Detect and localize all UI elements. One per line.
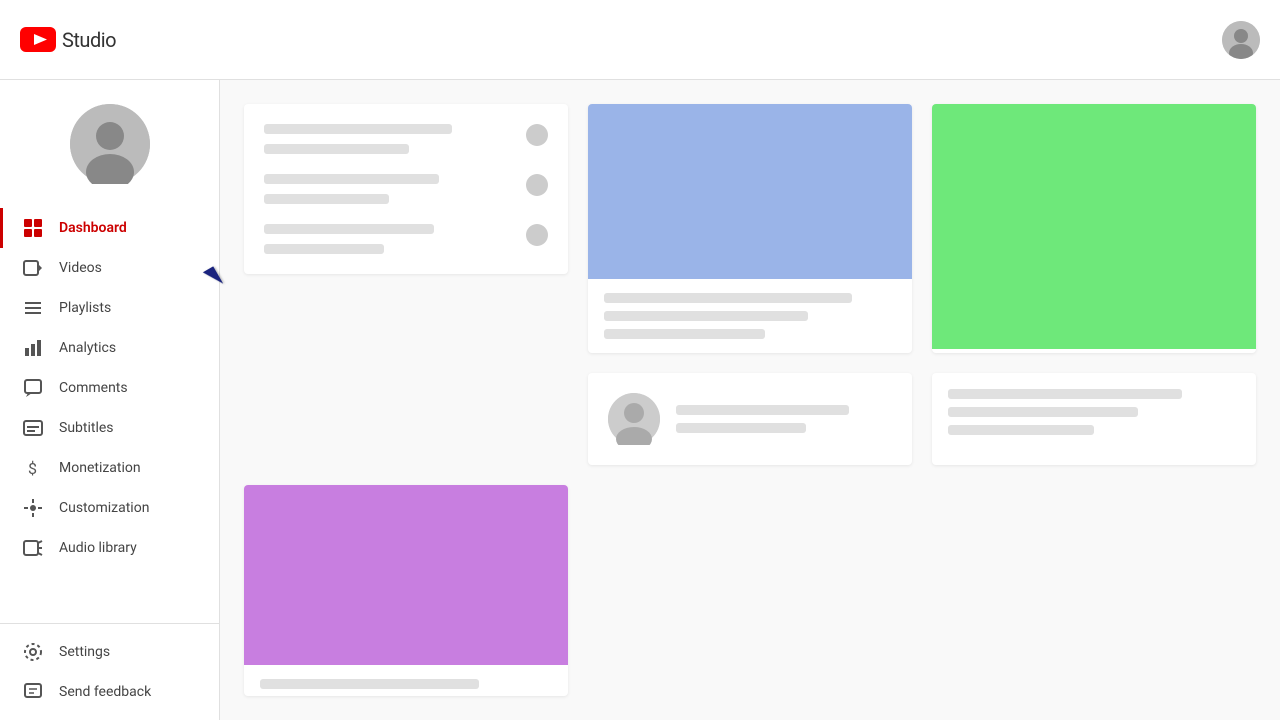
card-4-line-5 [264,224,434,234]
card-4-line-2 [264,144,409,154]
comments-icon [23,378,43,398]
card-3-avatar-icon [608,393,660,445]
sidebar-item-monetization[interactable]: $ Monetization [0,448,219,488]
customization-icon [23,498,43,518]
sidebar-item-label: Subtitles [59,420,114,436]
dashboard-icon [23,218,43,238]
sidebar-item-analytics[interactable]: Analytics [0,328,219,368]
sidebar-item-dashboard[interactable]: Dashboard [0,208,219,248]
sidebar-item-comments[interactable]: Comments [0,368,219,408]
main-content [220,80,1280,720]
card-1-line-3 [604,329,765,339]
sidebar-item-customization[interactable]: Customization [0,488,219,528]
monetization-icon: $ [23,458,43,478]
card-4-line-1 [264,124,452,134]
card-1-line-2 [604,311,808,321]
card-6[interactable] [932,373,1256,465]
sidebar-item-label: Monetization [59,460,141,476]
card-4-line-6 [264,244,384,254]
studio-label: Studio [62,28,116,52]
card-2[interactable] [932,104,1256,353]
card-4-circle [526,124,548,146]
right-column [244,104,568,465]
sidebar-profile [0,80,219,200]
feedback-icon [23,682,43,702]
card-1-text [588,279,912,353]
sidebar: Dashboard Videos [0,80,220,720]
sidebar-item-label: Dashboard [59,220,127,236]
playlists-icon [23,298,43,318]
audio-library-icon [23,538,43,558]
settings-icon [23,642,43,662]
card-3-avatar [608,393,660,445]
sidebar-nav: Dashboard Videos [0,200,219,623]
card-1-line-1 [604,293,852,303]
analytics-icon [23,338,43,358]
sidebar-item-label: Comments [59,380,128,396]
header: Studio [0,0,1280,80]
user-avatar-icon [1222,21,1260,59]
card-6-text [932,373,1256,451]
user-avatar-header[interactable] [1222,21,1260,59]
card-1[interactable] [588,104,912,353]
card-6-line-3 [948,425,1094,435]
card-1-image [588,104,912,279]
main-layout: Dashboard Videos [0,80,1280,720]
card-3-line-1 [676,405,849,415]
sidebar-item-videos[interactable]: Videos [0,248,219,288]
sidebar-item-label: Send feedback [59,684,151,700]
card-4-circle-3 [526,224,548,246]
sidebar-item-subtitles[interactable]: Subtitles [0,408,219,448]
card-4-circle-2 [526,174,548,196]
sidebar-item-audio-library[interactable]: Audio library [0,528,219,568]
card-4[interactable] [244,104,568,274]
svg-text:$: $ [28,459,37,478]
card-7-text [244,665,568,696]
card-3-line-2 [676,423,806,433]
header-left: Studio [20,27,116,52]
card-7[interactable] [244,485,568,696]
sidebar-item-label: Settings [59,644,110,660]
card-6-line-1 [948,389,1182,399]
channel-avatar[interactable] [70,104,150,184]
card-2-image [932,104,1256,349]
card-4-line-3 [264,174,439,184]
channel-avatar-icon [70,104,150,184]
card-4-line-4 [264,194,389,204]
card-3[interactable] [588,373,912,465]
sidebar-item-label: Analytics [59,340,116,356]
sidebar-item-send-feedback[interactable]: Send feedback [0,672,219,712]
card-3-lines [676,405,892,433]
sidebar-item-label: Videos [59,260,102,276]
sidebar-item-label: Customization [59,500,149,516]
sidebar-bottom: Settings Send feedback [0,623,219,720]
sidebar-item-settings[interactable]: Settings [0,632,219,672]
videos-icon [23,258,43,278]
card-7-image [244,485,568,665]
sidebar-item-playlists[interactable]: Playlists [0,288,219,328]
card-7-line-1 [260,679,479,689]
youtube-icon [20,27,56,52]
youtube-studio-logo[interactable]: Studio [20,27,116,52]
card-6-line-2 [948,407,1138,417]
sidebar-item-label: Playlists [59,300,111,316]
subtitles-icon [23,418,43,438]
sidebar-item-label: Audio library [59,540,137,556]
